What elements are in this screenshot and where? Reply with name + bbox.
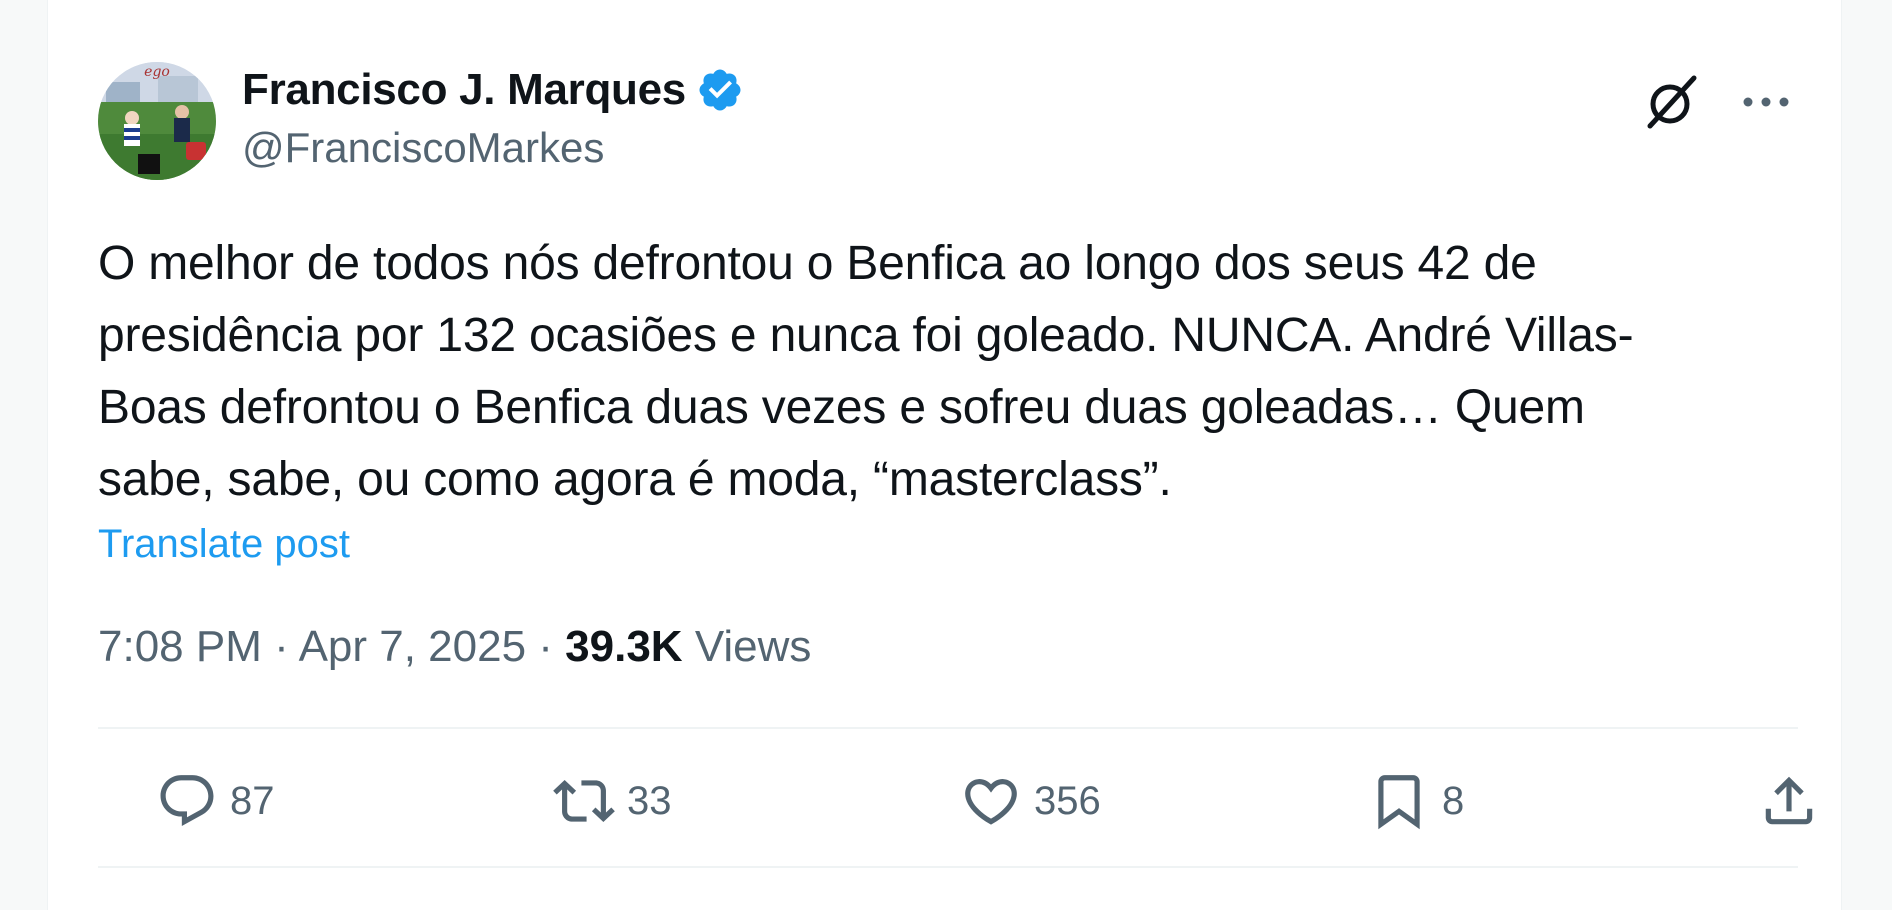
share-icon xyxy=(1765,776,1813,825)
verified-badge-icon[interactable] xyxy=(696,66,744,114)
grok-icon[interactable] xyxy=(1640,70,1704,134)
more-icon[interactable] xyxy=(1738,78,1794,126)
divider xyxy=(98,727,1798,729)
divider xyxy=(98,866,1798,868)
meta-separator: · xyxy=(526,622,566,671)
author-display-name[interactable]: Francisco J. Marques xyxy=(242,65,686,115)
retweet-icon xyxy=(553,780,615,822)
tweet-card: ego Francisco J. Marques @FranciscoMarke… xyxy=(47,0,1842,910)
bookmark-button[interactable]: 8 xyxy=(1368,760,1464,842)
avatar-image: ego xyxy=(98,62,216,180)
bookmark-count: 8 xyxy=(1442,778,1465,823)
translate-post-link[interactable]: Translate post xyxy=(98,522,350,567)
like-button[interactable]: 356 xyxy=(960,760,1101,842)
action-bar: 87 33 356 8 xyxy=(98,760,1813,842)
reply-count: 87 xyxy=(230,778,275,823)
tweet-date[interactable]: Apr 7, 2025 xyxy=(299,622,527,671)
tweet-metadata: 7:08 PM · Apr 7, 2025 · 39.3K Views xyxy=(98,622,811,672)
author-handle[interactable]: @FranciscoMarkes xyxy=(242,124,604,172)
tweet-time[interactable]: 7:08 PM xyxy=(98,622,262,671)
bookmark-icon xyxy=(1378,775,1420,830)
author-avatar[interactable]: ego xyxy=(98,62,216,180)
views-label: Views xyxy=(694,622,812,671)
tweet-text: O melhor de todos nós defrontou o Benfic… xyxy=(98,237,1634,506)
share-button[interactable] xyxy=(1758,760,1820,842)
retweet-button[interactable]: 33 xyxy=(553,760,672,842)
reply-button[interactable]: 87 xyxy=(156,760,275,842)
reply-icon xyxy=(160,775,214,827)
retweet-count: 33 xyxy=(627,778,672,823)
like-count: 356 xyxy=(1034,778,1101,823)
meta-separator: · xyxy=(261,622,299,671)
heart-icon xyxy=(965,779,1017,825)
author-name-row: Francisco J. Marques xyxy=(242,62,744,118)
svg-text:ego: ego xyxy=(144,64,170,80)
views-count[interactable]: 39.3K xyxy=(565,622,682,671)
